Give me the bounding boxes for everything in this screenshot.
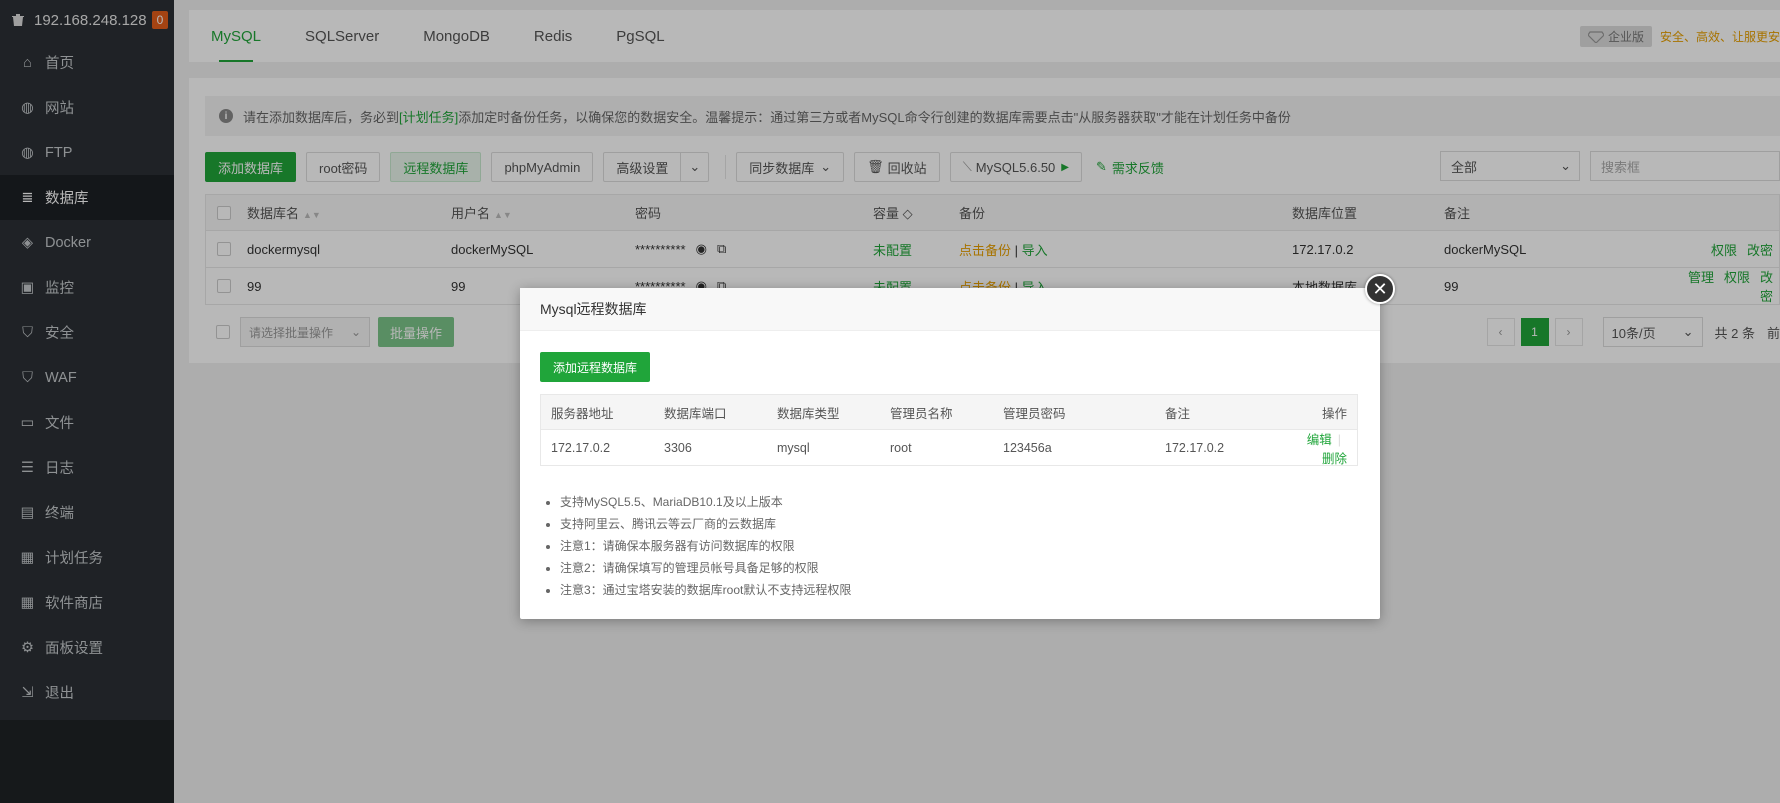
remote-column-header: 操作 (1321, 406, 1347, 421)
tip-item: 支持MySQL5.5、MariaDB10.1及以上版本 (560, 491, 851, 513)
tip-item: 注意1：请确保本服务器有访问数据库的权限 (560, 535, 851, 557)
remote-row-actions: 编辑 | 删除 (1285, 429, 1357, 467)
remote-column-header: 管理员密码 (1003, 406, 1066, 421)
admin-name: root (890, 440, 912, 455)
remote-database-modal: Mysql远程数据库 添加远程数据库 服务器地址 数据库端口 数据库类型 管理员名称 管… (520, 288, 1380, 619)
remote-column-header: 服务器地址 (551, 406, 614, 421)
close-icon[interactable]: ✕ (1365, 274, 1395, 304)
delete-link[interactable]: 删除 (1322, 452, 1347, 466)
remote-column-header: 管理员名称 (890, 406, 953, 421)
remote-note: 172.17.0.2 (1165, 440, 1225, 455)
tip-item: 注意3：通过宝塔安装的数据库root默认不支持远程权限 (560, 579, 851, 601)
db-type: mysql (777, 440, 810, 455)
remote-column-header: 数据库类型 (777, 406, 840, 421)
server-address: 172.17.0.2 (551, 440, 611, 455)
remote-column-header: 备注 (1165, 406, 1191, 421)
db-port: 3306 (664, 440, 692, 455)
remote-column-header: 数据库端口 (664, 406, 727, 421)
edit-link[interactable]: 编辑 (1307, 433, 1332, 447)
remote-database-table: 服务器地址 数据库端口 数据库类型 管理员名称 管理员密码 备注 操作 172.17.0.2 3… (540, 394, 1358, 466)
tip-item: 注意2：请确保填写的管理员帐号具备足够的权限 (560, 557, 851, 579)
remote-table-header: 服务器地址 数据库端口 数据库类型 管理员名称 管理员密码 备注 操作 (540, 394, 1358, 430)
admin-password: 123456a (1003, 440, 1052, 455)
separator: | (1337, 432, 1341, 447)
tip-item: 支持阿里云、腾讯云等云厂商的云数据库 (560, 513, 851, 535)
remote-table-row: 172.17.0.2 3306 mysql root 123456a 172.17.0.2… (540, 430, 1358, 466)
add-remote-database-button[interactable]: 添加远程数据库 (540, 352, 651, 382)
modal-title: Mysql远程数据库 (520, 288, 1380, 331)
remote-db-tips: 支持MySQL5.5、MariaDB10.1及以上版本支持阿里云、腾讯云等云厂商… (560, 491, 851, 601)
